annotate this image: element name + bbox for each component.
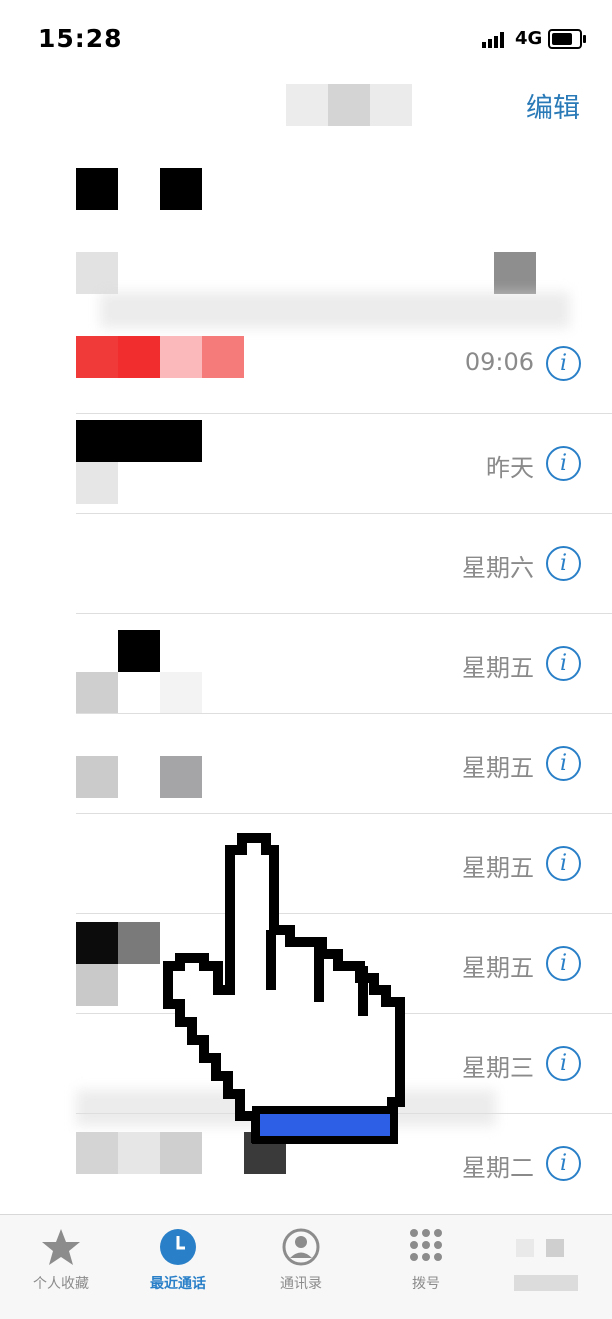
person-icon [282,1228,320,1266]
call-date: 星期五 [462,654,534,682]
info-icon[interactable]: i [546,646,581,681]
tab-keypad[interactable]: 拨号 [365,1215,487,1319]
tab-label: 拨号 [412,1276,440,1292]
clock-icon [160,1229,196,1265]
call-date: 星期五 [462,754,534,782]
battery-icon [548,29,586,49]
pixelated-name [118,922,160,964]
pixelated-detail [76,964,118,1006]
pointing-hand-cursor-icon [163,833,405,1144]
edit-button[interactable]: 编辑 [526,86,580,125]
tab-voicemail[interactable] [488,1215,610,1319]
call-row[interactable]: 星期五 i [0,714,612,814]
pixelated-detail [76,672,118,714]
info-icon[interactable]: i [546,346,581,381]
call-date: 昨天 [486,454,534,482]
call-row[interactable]: 昨天 i [0,414,612,514]
pixelated-icon [546,1239,564,1257]
pixelated-detail [76,462,118,504]
tab-contacts[interactable]: 通讯录 [240,1215,362,1319]
call-date: 星期五 [462,954,534,982]
status-bar: 15:28 4G [0,0,612,70]
segmented-control-pixelated[interactable] [286,84,412,126]
pixelated-name [118,630,160,672]
tab-favorites[interactable]: 个人收藏 [0,1215,122,1319]
info-icon[interactable]: i [546,846,581,881]
call-row[interactable]: 09:06 i [0,314,612,414]
call-date: 星期三 [462,1054,534,1082]
signal-icon [482,32,508,48]
pixelated-detail [160,672,202,714]
call-row[interactable]: 星期五 i [0,614,612,714]
tab-label: 通讯录 [280,1276,322,1292]
pixelated-block [76,168,118,210]
tab-label: 个人收藏 [33,1276,89,1292]
network-type: 4G [515,28,543,49]
info-icon[interactable]: i [546,1146,581,1181]
call-date: 09:06 [464,348,534,376]
pixelated-name [76,756,118,798]
tab-label: 最近通话 [150,1276,206,1292]
pixelated-name [118,1132,160,1174]
pixelated-label [514,1275,578,1291]
pixelated-block [160,168,202,210]
pixelated-name [160,756,202,798]
call-row[interactable]: 星期六 i [0,514,612,614]
tab-recents[interactable]: 最近通话 [117,1215,239,1319]
call-date: 星期二 [462,1154,534,1182]
info-icon[interactable]: i [546,746,581,781]
tab-bar: 个人收藏 最近通话 通讯录 拨号 [0,1214,612,1319]
pixelated-block [76,252,118,294]
info-icon[interactable]: i [546,546,581,581]
pixelated-name [76,922,118,964]
info-icon[interactable]: i [546,446,581,481]
pixelated-name [76,336,244,378]
call-date: 星期五 [462,854,534,882]
pixelated-name [76,420,202,462]
info-icon[interactable]: i [546,1046,581,1081]
info-icon[interactable]: i [546,946,581,981]
call-date: 星期六 [462,554,534,582]
star-icon [42,1229,80,1265]
pixelated-name [76,1132,118,1174]
status-time: 15:28 [38,24,123,53]
pixelated-block [494,252,536,294]
pixelated-icon [516,1239,534,1257]
keypad-icon [410,1229,442,1261]
